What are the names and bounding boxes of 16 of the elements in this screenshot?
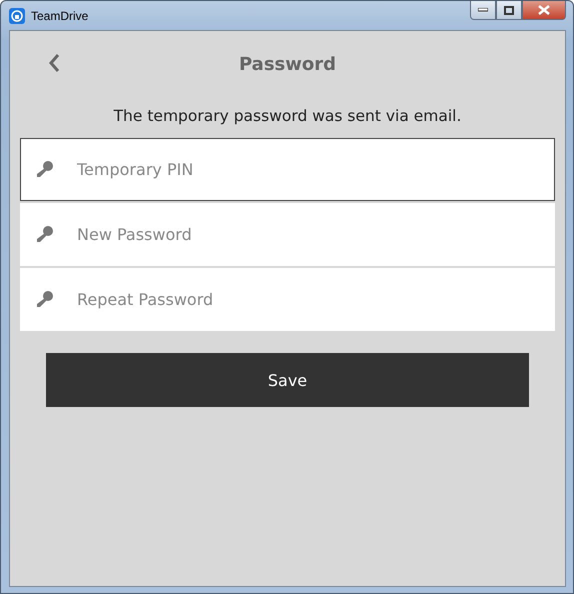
key-icon	[36, 290, 54, 308]
page-title: Password	[238, 54, 336, 74]
key-icon	[36, 160, 54, 178]
chevron-left-icon	[48, 53, 60, 73]
password-field[interactable]: Temporary PIN	[20, 138, 555, 201]
minimize-icon	[478, 8, 488, 12]
maximize-button[interactable]	[496, 1, 522, 20]
key-icon	[36, 225, 54, 243]
info-message: The temporary password was sent via email.	[114, 107, 462, 125]
close-icon	[538, 5, 550, 15]
save-button[interactable]: Save	[46, 353, 529, 407]
minimize-button[interactable]	[470, 1, 496, 20]
maximize-icon	[504, 6, 514, 14]
app-icon	[9, 8, 25, 24]
window-title: TeamDrive	[31, 8, 88, 22]
close-button[interactable]	[522, 1, 566, 20]
